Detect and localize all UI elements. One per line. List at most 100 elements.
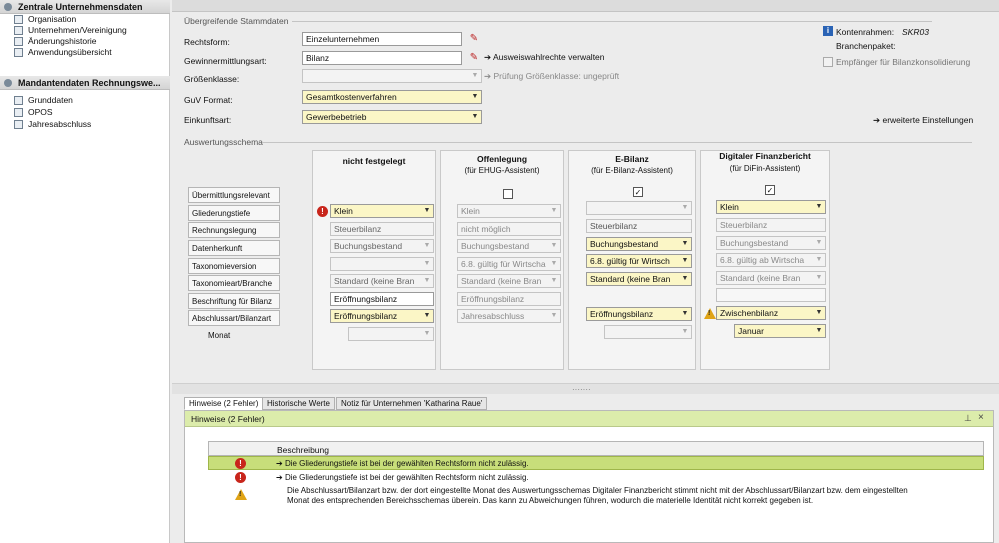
folder-icon <box>14 15 23 24</box>
chevron-down-icon: ▼ <box>681 204 689 211</box>
chevron-down-icon: ▼ <box>815 327 823 334</box>
splitter-grip-icon[interactable]: ······· <box>572 385 591 394</box>
row-label-uebermittlungsrelevant: Übermittlungsrelevant <box>188 187 280 203</box>
message-text[interactable]: ➔ Die Gliederungstiefe ist bei der gewäh… <box>276 473 529 482</box>
nav-item-grunddaten[interactable]: Grunddaten <box>14 95 73 106</box>
message-text-continued[interactable]: Monat des entsprechenden Bereichsschemas… <box>287 496 813 505</box>
col3-taxonomieart-select[interactable]: Standard (keine Bran ▼ <box>586 272 692 286</box>
col1-rechnungslegung-field[interactable]: Steuerbilanz <box>330 222 434 236</box>
error-icon: ! <box>235 458 246 469</box>
chevron-down-icon: ▼ <box>423 242 431 249</box>
chevron-down-icon: ▼ <box>815 309 823 316</box>
einkunftsart-select[interactable]: Gewerbebetrieb ▼ <box>302 110 482 124</box>
col3-abschlussart-select[interactable]: Eröffnungsbilanz ▼ <box>586 307 692 321</box>
chevron-down-icon: ▼ <box>423 207 431 214</box>
guv-format-select[interactable]: Gesamtkostenverfahren ▼ <box>302 90 482 104</box>
erweiterte-einstellungen-link[interactable]: ➔ erweiterte Einstellungen <box>873 115 973 126</box>
nav-item-organisation[interactable]: Organisation <box>14 14 76 25</box>
groessenklasse-select[interactable]: ▼ <box>302 69 482 83</box>
col2-uebermittlungsrelevant-checkbox[interactable] <box>503 189 513 199</box>
col3-rechnungslegung-field[interactable]: Steuerbilanz <box>586 219 692 233</box>
col1-taxonomieversion-select[interactable]: ▼ <box>330 257 434 271</box>
col2-rechnungslegung-field[interactable]: nicht möglich <box>457 222 561 236</box>
col4-rechnungslegung-field[interactable]: Steuerbilanz <box>716 218 826 232</box>
col3-monat-select[interactable]: ▼ <box>604 325 692 339</box>
section-title-stammdaten: Übergreifende Stammdaten <box>184 16 289 26</box>
col2-gliederungstiefe-select[interactable]: Klein ▼ <box>457 204 561 218</box>
close-icon[interactable]: × <box>978 412 984 423</box>
col2-taxonomieart-select[interactable]: Standard (keine Bran ▼ <box>457 274 561 288</box>
ausweiswahlrechte-link[interactable]: ➔ Ausweiswahlrechte verwalten <box>484 52 605 63</box>
nav-item-aenderungshistorie[interactable]: Änderungshistorie <box>14 36 97 47</box>
row-label-taxonomieart: Taxonomieart/Branche <box>188 275 280 291</box>
col3-gliederungstiefe-select[interactable]: ▼ <box>586 201 692 215</box>
col4-taxonomieart-select[interactable]: Standard (keine Bran ▼ <box>716 271 826 285</box>
col1-abschlussart-select[interactable]: Eröffnungsbilanz ▼ <box>330 309 434 323</box>
col4-taxonomieversion-select[interactable]: 6.8. gültig ab Wirtscha ▼ <box>716 253 826 267</box>
pruefung-groessenklasse-link[interactable]: ➔ Prüfung Größenklasse: ungeprüft <box>484 71 619 82</box>
col1-taxonomieart-select[interactable]: Standard (keine Bran ▼ <box>330 274 434 288</box>
document-icon <box>14 48 23 57</box>
tab-hinweise[interactable]: Hinweise (2 Fehler) <box>184 397 264 410</box>
pin-icon[interactable]: ⊥ <box>964 413 972 424</box>
tab-historische-werte[interactable]: Historische Werte <box>262 397 335 410</box>
warning-mark: ! <box>708 310 711 317</box>
column-title: Offenlegung <box>476 154 528 164</box>
col3-taxonomieversion-select[interactable]: 6.8. gültig für Wirtsch ▼ <box>586 254 692 268</box>
nav-item-unternehmen[interactable]: Unternehmen/Vereinigung <box>14 25 127 36</box>
nav-section-header-2[interactable]: Mandantendaten Rechnungswe... <box>0 76 170 90</box>
message-text[interactable]: ➔ Die Gliederungstiefe ist bei der gewäh… <box>276 459 529 468</box>
col1-beschriftung-input[interactable]: Eröffnungsbilanz <box>330 292 434 306</box>
section-icon <box>4 79 12 87</box>
gewinnermittlungsart-field[interactable]: Bilanz <box>302 51 462 65</box>
row-label-datenherkunft: Datenherkunft <box>188 240 280 256</box>
nav-item-opos[interactable]: OPOS <box>14 107 53 118</box>
col3-uebermittlungsrelevant-checkbox[interactable]: ✓ <box>633 187 643 197</box>
rechtsform-label: Rechtsform: <box>184 37 230 47</box>
empfaenger-checkbox[interactable] <box>823 57 833 67</box>
col4-gliederungstiefe-select[interactable]: Klein ▼ <box>716 200 826 214</box>
col4-datenherkunft-select[interactable]: Buchungsbestand ▼ <box>716 236 826 250</box>
main-content: Übergreifende Stammdaten Rechtsform: Ein… <box>172 0 999 543</box>
row-label-rechnungslegung: Rechnungslegung <box>188 222 280 238</box>
hinweise-panel-title: Hinweise (2 Fehler) <box>185 411 993 427</box>
empfaenger-label: Empfänger für Bilanzkonsolidierung <box>836 57 971 67</box>
nav-item-anwendungsuebersicht[interactable]: Anwendungsübersicht <box>14 47 112 58</box>
col4-abschlussart-select[interactable]: Zwischenbilanz ▼ <box>716 306 826 320</box>
history-icon <box>14 37 23 46</box>
col2-datenherkunft-select[interactable]: Buchungsbestand ▼ <box>457 239 561 253</box>
chevron-down-icon: ▼ <box>423 330 431 337</box>
tab-notiz[interactable]: Notiz für Unternehmen 'Katharina Raue' <box>336 397 488 410</box>
edit-pencil-icon[interactable]: ✎ <box>468 51 480 64</box>
column-subtitle: (für EHUG-Assistent) <box>464 166 540 175</box>
info-icon: i <box>823 26 833 36</box>
col4-monat-select[interactable]: Januar ▼ <box>734 324 826 338</box>
chevron-down-icon: ▼ <box>423 277 431 284</box>
einkunftsart-label: Einkunftsart: <box>184 115 232 125</box>
section-icon <box>4 3 12 11</box>
col1-gliederungstiefe-select[interactable]: Klein ▼ <box>330 204 434 218</box>
column-subtitle: (für DiFin-Assistent) <box>729 164 801 173</box>
col4-beschriftung-input[interactable] <box>716 288 826 302</box>
col1-monat-select[interactable]: ▼ <box>348 327 434 341</box>
nav-item-jahresabschluss[interactable]: Jahresabschluss <box>14 119 91 130</box>
chevron-down-icon: ▼ <box>471 72 479 79</box>
row-label-beschriftung: Beschriftung für Bilanz <box>188 293 280 309</box>
edit-pencil-icon[interactable]: ✎ <box>468 32 480 45</box>
col2-abschlussart-select[interactable]: Jahresabschluss ▼ <box>457 309 561 323</box>
rechtsform-field[interactable]: Einzelunternehmen <box>302 32 462 46</box>
top-toolbar-strip <box>172 0 999 12</box>
arrow-right-icon: ➔ <box>276 473 285 482</box>
col3-datenherkunft-select[interactable]: Buchungsbestand ▼ <box>586 237 692 251</box>
col2-taxonomieversion-select[interactable]: 6.8. gültig für Wirtscha ▼ <box>457 257 561 271</box>
chevron-down-icon: ▼ <box>423 260 431 267</box>
chevron-down-icon: ▼ <box>815 274 823 281</box>
section-divider <box>262 142 972 143</box>
col2-beschriftung-input[interactable]: Eröffnungsbilanz <box>457 292 561 306</box>
col4-uebermittlungsrelevant-checkbox[interactable]: ✓ <box>765 185 775 195</box>
message-text[interactable]: Die Abschlussart/Bilanzart bzw. der dort… <box>287 486 908 495</box>
chevron-down-icon: ▼ <box>681 310 689 317</box>
nav-section-header-1[interactable]: Zentrale Unternehmensdaten <box>0 0 170 14</box>
error-icon: ! <box>235 472 246 483</box>
col1-datenherkunft-select[interactable]: Buchungsbestand ▼ <box>330 239 434 253</box>
